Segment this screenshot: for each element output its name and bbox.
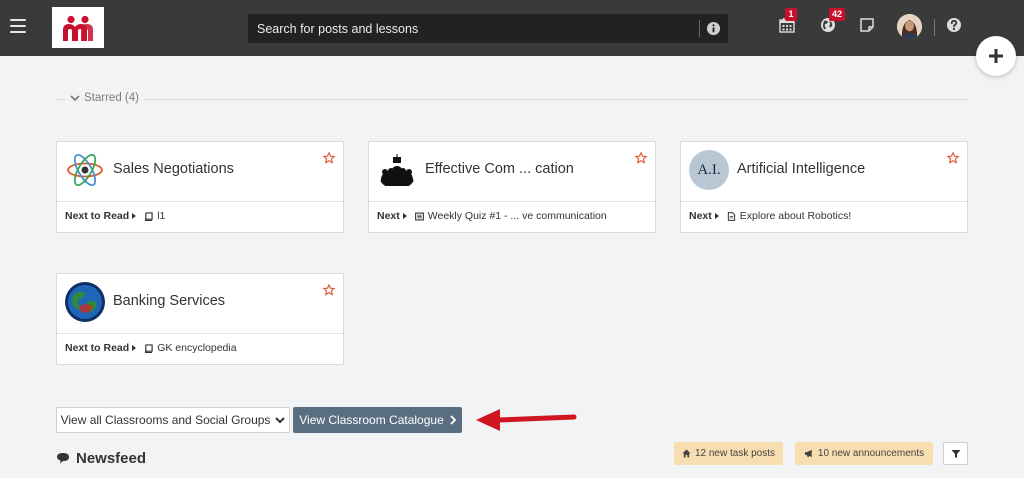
starred-label: Starred (4) [84, 92, 139, 104]
top-bar: 1 42 [0, 0, 1024, 56]
caret-right-icon [132, 345, 137, 351]
book-icon [144, 211, 153, 221]
newsfeed-title: Newsfeed [76, 450, 147, 467]
next-item-row[interactable]: Next Explore about Robotics! [689, 210, 851, 222]
starred-divider [56, 99, 968, 100]
next-label: Next [689, 210, 712, 222]
card-title[interactable]: Effective Com ... cation [425, 161, 574, 177]
star-icon[interactable] [947, 152, 959, 164]
star-icon[interactable] [635, 152, 647, 164]
card-header: Sales Negotiations [57, 142, 343, 202]
help-button[interactable] [946, 17, 964, 35]
classroom-card[interactable]: Banking Services Next to Read GK encyclo… [56, 273, 344, 365]
search-divider [699, 20, 700, 37]
search-input[interactable] [248, 14, 696, 43]
next-item-row[interactable]: Next Weekly Quiz #1 - ... ve communicati… [377, 210, 607, 222]
book-icon [144, 343, 153, 353]
chevron-right-icon [450, 415, 456, 425]
hamburger-menu-icon[interactable] [10, 19, 26, 33]
annotation-arrow [476, 409, 577, 431]
logo-icon [63, 15, 93, 41]
star-icon[interactable] [323, 284, 335, 296]
plus-icon [989, 49, 1003, 63]
new-task-posts-pill[interactable]: 12 new task posts [674, 442, 783, 465]
card-header: Effective Com ... cation [369, 142, 655, 202]
next-item-row[interactable]: Next to Read l1 [65, 210, 165, 222]
task-posts-text: 12 new task posts [694, 448, 776, 459]
card-thumbnail [65, 150, 105, 190]
card-thumbnail [377, 150, 417, 190]
next-label: Next [377, 210, 400, 222]
view-catalogue-label: View Classroom Catalogue [299, 413, 444, 427]
next-item-text: l1 [157, 210, 166, 222]
card-thumbnail: A.I. [689, 150, 729, 190]
document-icon [727, 211, 735, 221]
calendar-button[interactable]: 1 [779, 8, 797, 35]
chevron-down-icon [70, 94, 80, 101]
filter-icon [951, 449, 960, 458]
next-item-text: GK encyclopedia [157, 342, 237, 354]
ai-thumbnail-text: A.I. [697, 161, 721, 178]
next-item-text: Explore about Robotics! [739, 210, 852, 222]
filter-button[interactable] [943, 442, 968, 465]
newsfeed-header: Newsfeed [56, 450, 146, 467]
next-label: Next to Read [65, 210, 130, 222]
card-header: A.I. Artificial Intelligence [681, 142, 967, 202]
next-item-text: Weekly Quiz #1 - ... ve communication [427, 210, 607, 222]
user-avatar[interactable] [897, 14, 922, 39]
card-title[interactable]: Artificial Intelligence [737, 161, 865, 177]
caret-right-icon [132, 213, 137, 219]
app-logo[interactable] [52, 7, 104, 48]
comments-icon [57, 453, 69, 464]
star-icon[interactable] [323, 152, 335, 164]
classroom-card[interactable]: Effective Com ... cation Next Weekly Qui… [368, 141, 656, 233]
notes-button[interactable] [859, 17, 877, 35]
create-post-button[interactable] [976, 36, 1016, 76]
card-title[interactable]: Banking Services [113, 293, 225, 309]
bullhorn-icon [804, 449, 812, 458]
earth-icon [65, 282, 105, 322]
home-icon [682, 449, 691, 458]
new-announcements-pill[interactable]: 10 new announcements [795, 442, 933, 465]
next-label: Next to Read [65, 342, 130, 354]
quiz-icon [414, 212, 424, 220]
chevron-down-icon [275, 416, 286, 423]
view-all-label: View all Classrooms and Social Groups [60, 413, 271, 427]
header-divider [934, 19, 935, 36]
calendar-badge: 1 [785, 8, 797, 21]
audience-icon [377, 150, 417, 190]
classroom-card[interactable]: A.I. Artificial Intelligence Next Explor… [680, 141, 968, 233]
announcements-text: 10 new announcements [817, 448, 925, 459]
globe-badge: 42 [829, 8, 846, 21]
view-all-classrooms-button[interactable]: View all Classrooms and Social Groups [56, 407, 290, 433]
help-icon [947, 18, 961, 32]
caret-right-icon [714, 213, 719, 219]
note-icon [860, 18, 874, 32]
notifications-button[interactable]: 42 [820, 8, 846, 35]
caret-right-icon [402, 213, 407, 219]
view-catalogue-button[interactable]: View Classroom Catalogue [293, 407, 462, 433]
search-bar [248, 14, 728, 43]
avatar-icon [897, 14, 922, 39]
card-title[interactable]: Sales Negotiations [113, 161, 234, 177]
classroom-card[interactable]: Sales Negotiations Next to Read l1 [56, 141, 344, 233]
starred-toggle[interactable]: Starred (4) [66, 92, 145, 104]
info-icon[interactable] [706, 21, 721, 36]
atom-icon [65, 150, 105, 190]
card-thumbnail [65, 282, 105, 322]
card-header: Banking Services [57, 274, 343, 334]
next-item-row[interactable]: Next to Read GK encyclopedia [65, 342, 237, 354]
